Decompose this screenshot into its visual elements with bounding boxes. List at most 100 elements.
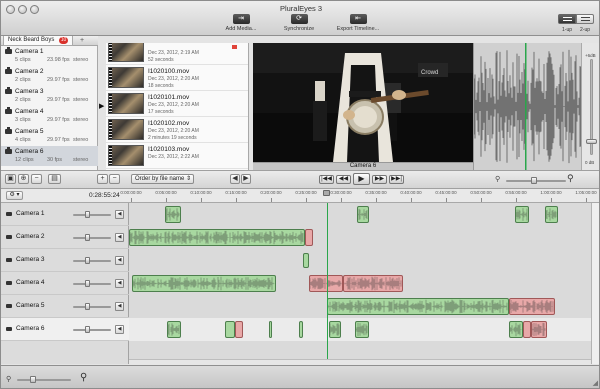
track-volume-slider[interactable] — [73, 237, 111, 239]
track-lane-selected[interactable] — [129, 318, 591, 341]
track-header-selected[interactable]: Camera 6 ◀ — [1, 318, 129, 341]
go-to-start-button[interactable]: |◀◀ — [319, 175, 334, 184]
track-volume-slider[interactable] — [73, 329, 111, 331]
remove-clip-button[interactable]: − — [109, 174, 120, 184]
timeline-ruler[interactable]: 0:00:00:00 0:05:00:00 0:10:00:00 0:15:00:00… — [120, 189, 599, 203]
playhead[interactable] — [327, 203, 328, 364]
export-timeline-button[interactable]: ⇤ Export Timeline... — [323, 14, 393, 32]
camera-view-button[interactable]: ▣ — [5, 174, 16, 184]
clip-list-item[interactable]: I1020100.mov Dec 23, 2012, 2:20 AM 18 se… — [106, 65, 248, 91]
timeline-clip[interactable] — [129, 229, 305, 246]
timeline-clip[interactable] — [545, 206, 558, 223]
track-volume-handle[interactable] — [85, 234, 90, 241]
timeline-clip[interactable] — [509, 321, 523, 338]
track-lane[interactable] — [129, 226, 591, 249]
track-volume-slider[interactable] — [73, 260, 111, 262]
zoom-in-icon[interactable]: ⚲ — [80, 372, 87, 383]
gear-menu-button[interactable]: ⚙ ▾ — [6, 191, 23, 200]
timeline-clip[interactable] — [225, 321, 235, 338]
playhead-handle[interactable] — [323, 190, 330, 196]
view-2up-button[interactable] — [576, 14, 594, 24]
timeline-clip[interactable] — [515, 206, 529, 223]
resize-grip-icon[interactable]: ◢ — [593, 379, 598, 387]
vertical-scrollbar[interactable] — [591, 203, 599, 364]
track-volume-slider[interactable] — [73, 283, 111, 285]
zoom-out-icon[interactable]: ⚲ — [495, 175, 500, 183]
clip-list-item[interactable]: I1020102.mov Dec 23, 2012, 2:20 AM 2 min… — [106, 117, 248, 143]
zoom-in-icon[interactable]: ⚲ — [567, 173, 574, 184]
timeline-clip[interactable] — [327, 298, 509, 315]
timeline-clip-unsynced[interactable] — [305, 229, 313, 246]
speaker-icon[interactable]: ◀ — [115, 233, 124, 242]
track-volume-handle[interactable] — [85, 326, 90, 333]
timeline-zoom-handle[interactable] — [30, 376, 36, 383]
sort-order-select[interactable]: Order by file name ⇕ — [131, 174, 194, 184]
preview-zoom-handle[interactable] — [531, 177, 537, 184]
track-lane[interactable] — [129, 272, 591, 295]
timeline-clip[interactable] — [165, 206, 181, 223]
rewind-button[interactable]: ◀◀ — [336, 175, 351, 184]
track-volume-handle[interactable] — [85, 303, 90, 310]
previous-clip-button[interactable]: ◀ — [230, 174, 240, 184]
track-header[interactable]: Camera 3 ◀ — [1, 249, 129, 272]
timeline-clip[interactable] — [167, 321, 181, 338]
camera-list-item[interactable]: Camera 5 4 clips 29.97 fps stereo — [1, 126, 98, 146]
track-lane[interactable] — [129, 295, 591, 318]
timeline-zoom-slider[interactable] — [17, 379, 71, 381]
timeline-clip[interactable] — [355, 321, 369, 338]
speaker-icon[interactable]: ◀ — [115, 279, 124, 288]
camera-list-item[interactable]: Camera 1 5 clips 23.98 fps stereo — [1, 46, 98, 66]
timeline-clip[interactable] — [329, 321, 341, 338]
track-header[interactable]: Camera 1 ◀ — [1, 203, 129, 226]
track-lane[interactable] — [129, 249, 591, 272]
timeline-clip-unsynced[interactable] — [343, 275, 403, 292]
speaker-icon[interactable]: ◀ — [115, 256, 124, 265]
speaker-icon[interactable]: ◀ — [115, 210, 124, 219]
add-camera-button[interactable]: ⊕ — [18, 174, 29, 184]
camera-list-item[interactable]: Camera 2 2 clips 29.97 fps stereo — [1, 66, 98, 86]
track-header[interactable]: Camera 4 ◀ — [1, 272, 129, 295]
add-clip-button[interactable]: + — [97, 174, 108, 184]
timeline-clip-unsynced[interactable] — [531, 321, 547, 338]
clip-list-item[interactable]: I1020101.mov Dec 23, 2012, 2:20 AM 17 se… — [106, 91, 248, 117]
timeline-clip-unsynced[interactable] — [523, 321, 531, 338]
zoom-out-icon[interactable]: ⚲ — [6, 375, 11, 383]
track-volume-handle[interactable] — [85, 211, 90, 218]
track-volume-handle[interactable] — [85, 280, 90, 287]
track-volume-slider[interactable] — [73, 306, 111, 308]
track-header[interactable]: Camera 2 ◀ — [1, 226, 129, 249]
track-volume-slider[interactable] — [73, 214, 111, 216]
camera-list-item[interactable]: Camera 4 3 clips 29.97 fps stereo — [1, 106, 98, 126]
expand-arrow-icon[interactable]: ▶ — [99, 102, 104, 110]
track-header[interactable]: Camera 5 ◀ — [1, 295, 129, 318]
volume-slider-handle[interactable] — [586, 139, 597, 144]
timeline-clip[interactable] — [269, 321, 272, 338]
timeline-clip-unsynced[interactable] — [309, 275, 343, 292]
fast-forward-button[interactable]: ▶▶ — [372, 175, 387, 184]
timeline-clip[interactable] — [299, 321, 303, 338]
timeline-clip-unsynced[interactable] — [509, 298, 555, 315]
video-frame: Crowd — [253, 43, 473, 162]
camera-list-item-selected[interactable]: Camera 6 12 clips 30 fps stereo — [1, 146, 98, 166]
clip-list-item[interactable]: I1020103.mov Dec 23, 2012, 2:22 AM — [106, 143, 248, 169]
timeline-clip-unsynced[interactable] — [235, 321, 243, 338]
clip-waveform — [516, 208, 528, 221]
speaker-icon[interactable]: ◀ — [115, 302, 124, 311]
timeline-tracks[interactable] — [129, 203, 591, 364]
next-clip-button[interactable]: ▶ — [241, 174, 251, 184]
speaker-icon[interactable]: ◀ — [115, 325, 124, 334]
timeline-clip[interactable] — [132, 275, 276, 292]
view-1up-button[interactable] — [558, 14, 576, 24]
add-project-button[interactable]: + — [80, 37, 84, 44]
play-button[interactable]: ▶ — [353, 173, 370, 185]
clip-list-item[interactable]: Dec 23, 2012, 2:19 AM 52 seconds — [106, 43, 248, 65]
list-view-button[interactable]: ▤ — [48, 174, 61, 184]
remove-camera-button[interactable]: − — [31, 174, 42, 184]
go-to-end-button[interactable]: ▶▶| — [389, 175, 404, 184]
camera-list-item[interactable]: Camera 3 2 clips 29.97 fps stereo — [1, 86, 98, 106]
track-volume-handle[interactable] — [85, 257, 90, 264]
track-lane[interactable] — [129, 203, 591, 226]
timeline-clip[interactable] — [303, 253, 309, 268]
project-tab[interactable]: Neck Beard Boys 10 — [3, 36, 74, 46]
timeline-clip[interactable] — [357, 206, 369, 223]
